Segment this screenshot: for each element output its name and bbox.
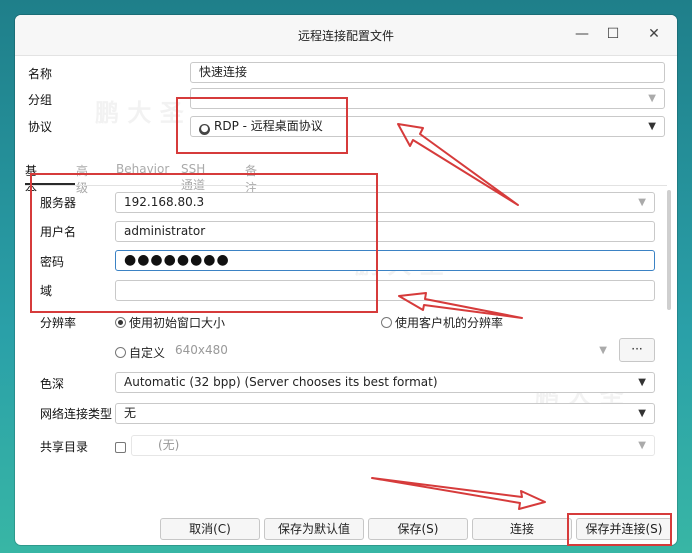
arrow-to-protocol bbox=[397, 123, 519, 206]
annotation-arrows bbox=[371, 123, 546, 510]
arrow-to-domain bbox=[398, 292, 523, 319]
arrow-to-save-connect bbox=[371, 477, 546, 510]
